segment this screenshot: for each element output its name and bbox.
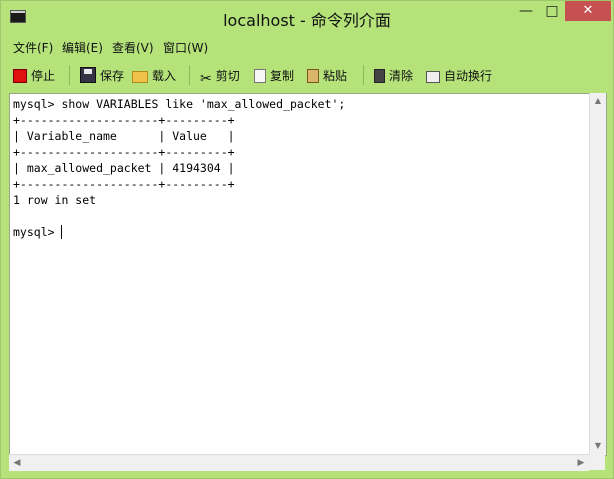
save-icon <box>80 67 96 83</box>
text-cursor <box>61 225 63 239</box>
scroll-up-icon[interactable]: ▲ <box>590 93 606 109</box>
clear-button[interactable]: 清除 <box>374 67 413 85</box>
trash-icon <box>374 69 385 83</box>
clipboard-icon <box>307 69 319 83</box>
menu-bar: 文件(F) 编辑(E) 查看(V) 窗口(W) <box>9 35 605 60</box>
title-bar[interactable]: localhost - 命令列介面 — □ ✕ <box>1 1 613 34</box>
word-wrap-icon <box>426 71 440 83</box>
copy-button[interactable]: 复制 <box>254 67 294 85</box>
console-line: | Variable_name | Value | <box>13 129 235 143</box>
toolbar: 停止 保存 载入 ✂ 剪切 复制 粘贴 清除 自动换行 <box>9 59 605 91</box>
stop-icon <box>13 69 27 83</box>
scroll-left-icon[interactable]: ◀ <box>9 455 25 471</box>
menu-edit[interactable]: 编辑(E) <box>62 39 103 56</box>
load-label: 载入 <box>152 69 177 83</box>
save-label: 保存 <box>100 69 125 83</box>
copy-label: 复制 <box>270 69 295 83</box>
menu-file[interactable]: 文件(F) <box>13 39 53 56</box>
toolbar-divider <box>363 65 364 85</box>
menu-view[interactable]: 查看(V) <box>112 39 154 56</box>
console-line: +--------------------+---------+ <box>13 113 235 127</box>
console-prompt: mysql> <box>13 225 62 239</box>
paste-label: 粘贴 <box>323 69 348 83</box>
scroll-right-icon[interactable]: ▶ <box>573 455 589 471</box>
stop-button[interactable]: 停止 <box>13 67 55 85</box>
menu-window[interactable]: 窗口(W) <box>163 39 208 56</box>
save-button[interactable]: 保存 <box>80 67 124 85</box>
maximize-button[interactable]: □ <box>539 1 565 21</box>
minimize-button[interactable]: — <box>513 1 539 21</box>
horizontal-scrollbar[interactable]: ◀ ▶ <box>9 454 589 471</box>
console-line: +--------------------+---------+ <box>13 177 235 191</box>
folder-icon <box>132 71 148 83</box>
console-line: | max_allowed_packet | 4194304 | <box>13 161 235 175</box>
console-line: mysql> show VARIABLES like 'max_allowed_… <box>13 97 346 111</box>
load-button[interactable]: 载入 <box>132 67 176 85</box>
word-wrap-label: 自动换行 <box>444 69 493 83</box>
paste-button[interactable]: 粘贴 <box>307 67 347 85</box>
cut-label: 剪切 <box>215 69 240 83</box>
scrollbar-corner <box>589 454 605 470</box>
copy-icon <box>254 69 266 83</box>
cut-button[interactable]: ✂ 剪切 <box>200 67 240 87</box>
toolbar-divider <box>189 65 190 85</box>
clear-label: 清除 <box>389 69 414 83</box>
scroll-down-icon[interactable]: ▼ <box>590 438 606 454</box>
scissors-icon: ✂ <box>200 71 212 87</box>
console-line: 1 row in set <box>13 193 97 207</box>
close-button[interactable]: ✕ <box>565 1 611 21</box>
stop-label: 停止 <box>31 69 56 83</box>
word-wrap-button[interactable]: 自动换行 <box>426 67 492 85</box>
app-window: localhost - 命令列介面 — □ ✕ 文件(F) 编辑(E) 查看(V… <box>0 0 614 479</box>
console-text[interactable]: mysql> show VARIABLES like 'max_allowed_… <box>13 96 345 240</box>
console-output[interactable]: mysql> show VARIABLES like 'max_allowed_… <box>9 93 607 456</box>
toolbar-divider <box>69 65 70 85</box>
vertical-scrollbar[interactable]: ▲ ▼ <box>589 93 606 454</box>
console-line: +--------------------+---------+ <box>13 145 235 159</box>
